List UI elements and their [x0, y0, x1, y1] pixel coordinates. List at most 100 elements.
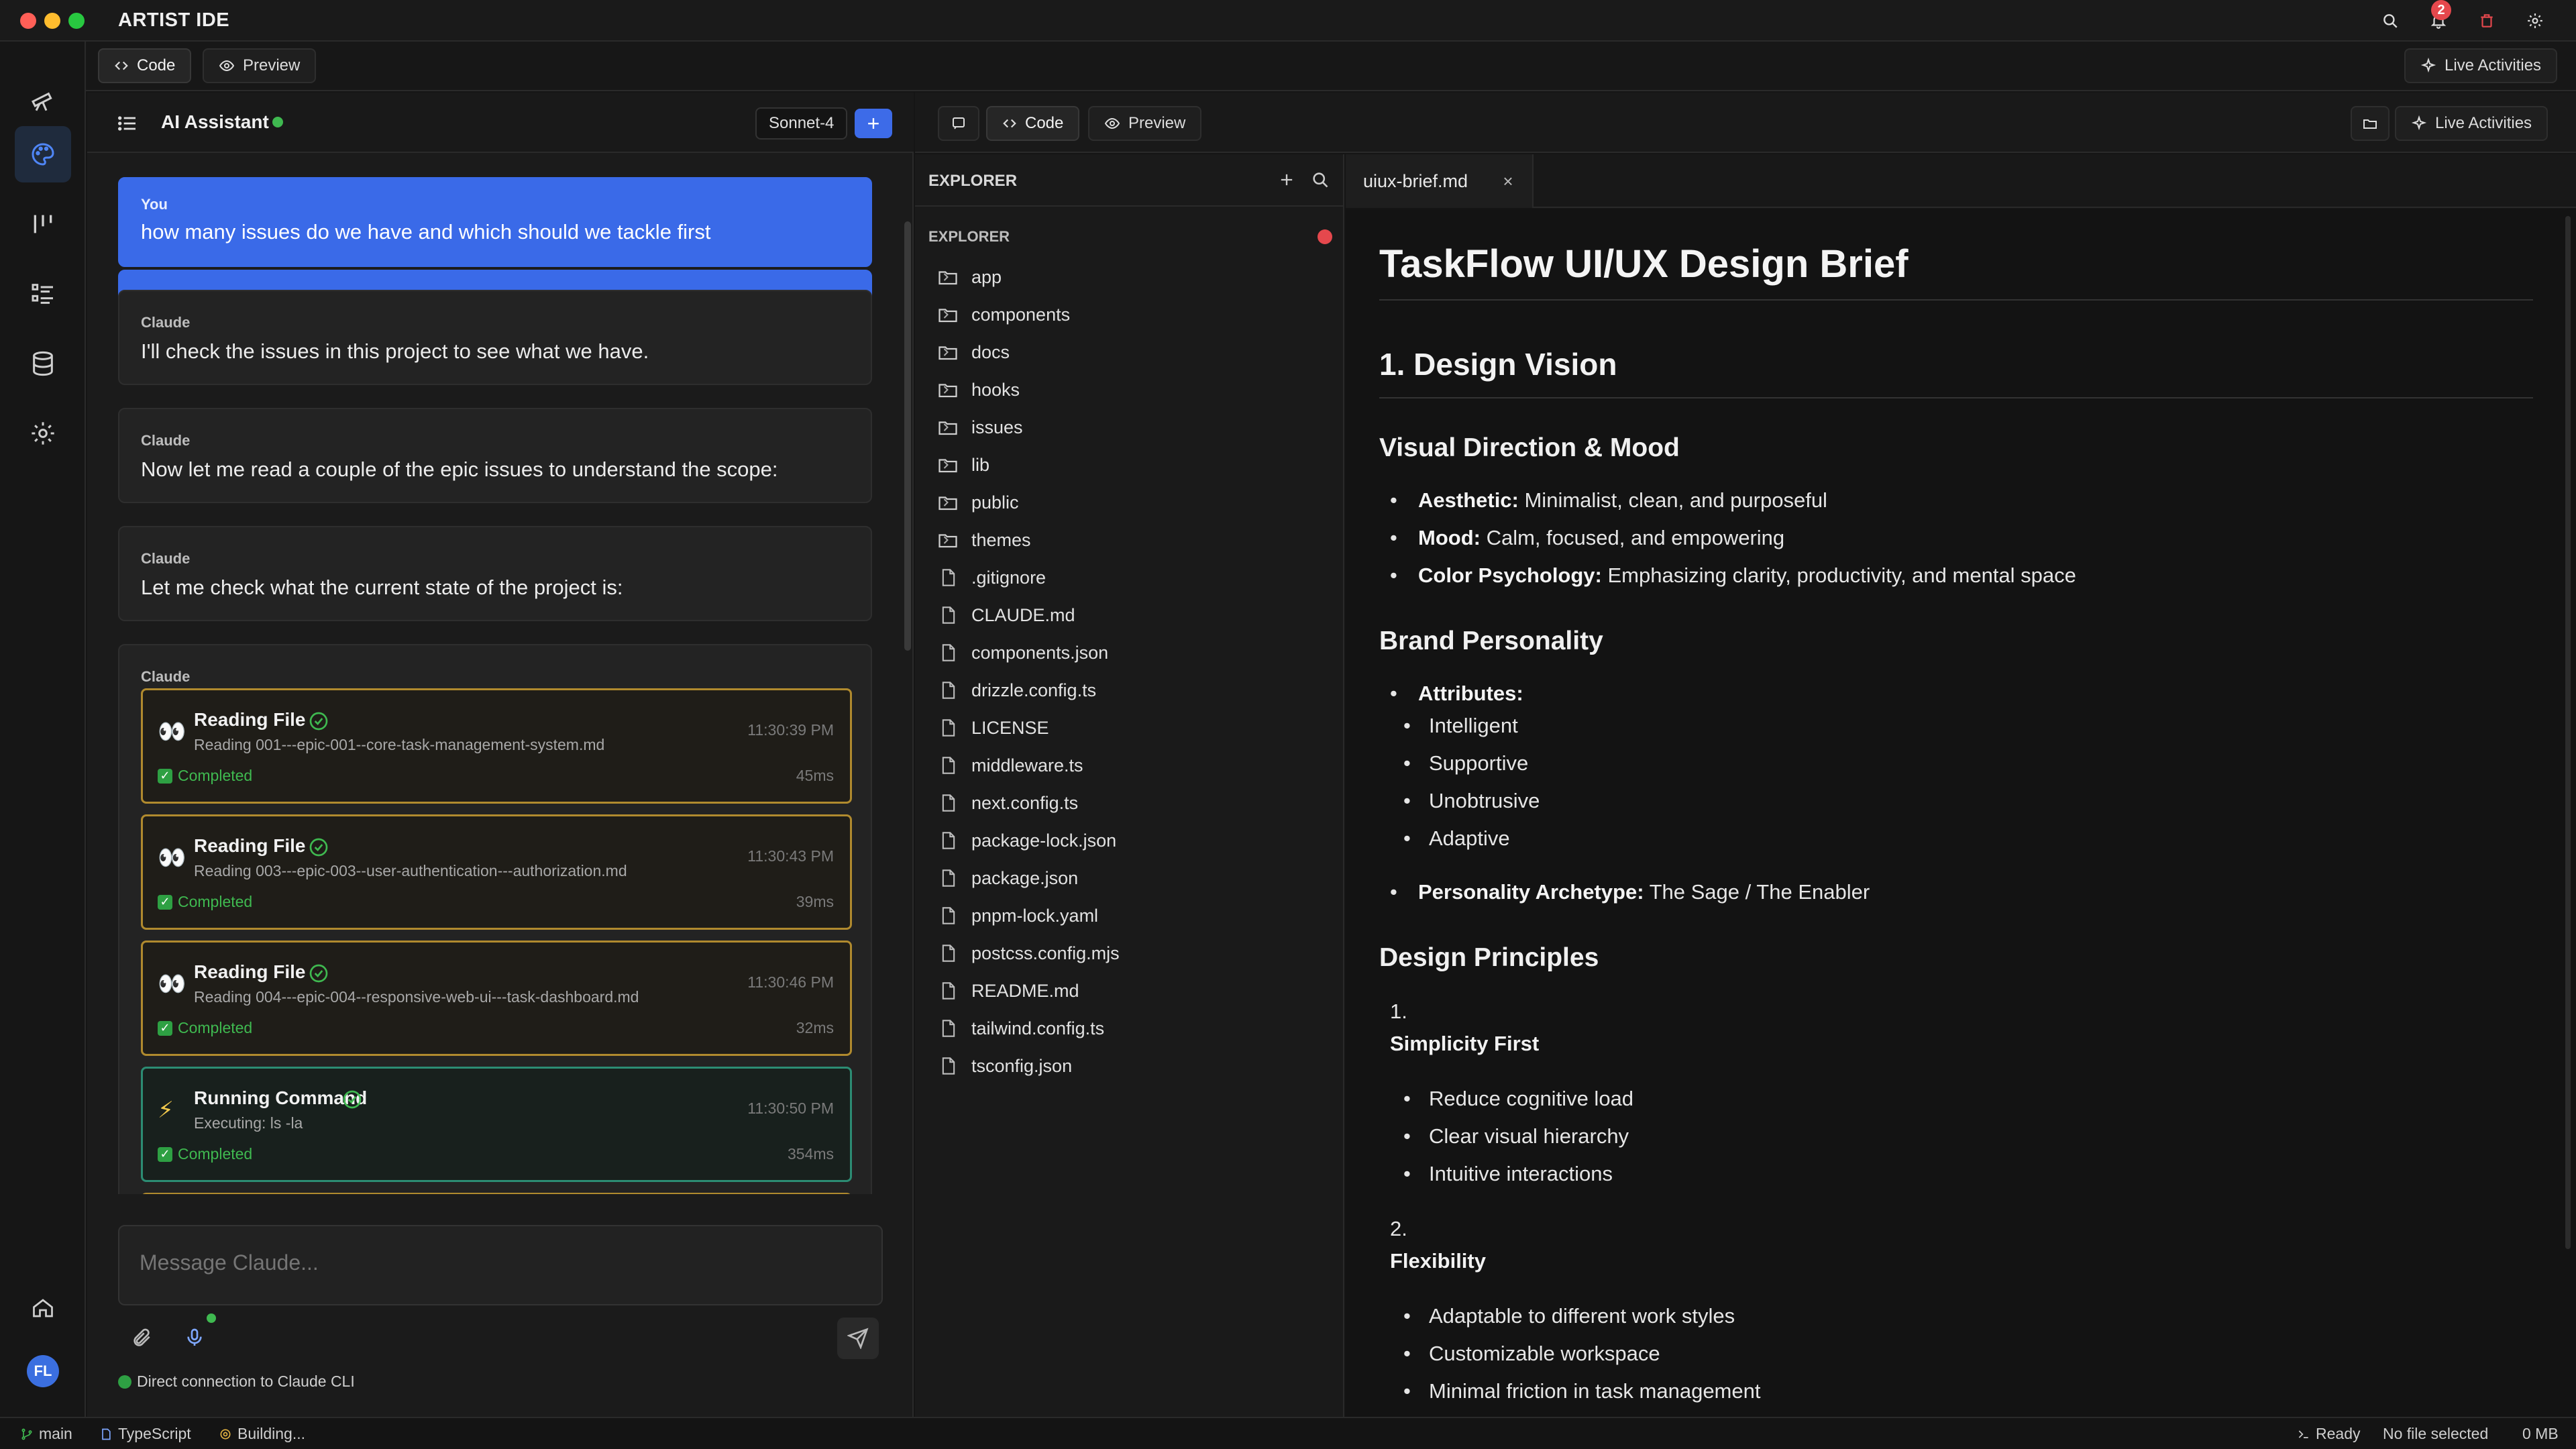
- sparkle-icon: [2420, 58, 2436, 73]
- message-composer[interactable]: [118, 1225, 883, 1305]
- file-item[interactable]: LICENSE: [915, 710, 1344, 746]
- send-button[interactable]: [837, 1318, 879, 1359]
- file-item[interactable]: next.config.ts: [915, 785, 1344, 821]
- doc-list-item: • Clear visual hierarchy: [1403, 1124, 1629, 1148]
- trash-icon[interactable]: [2475, 9, 2498, 32]
- tool-status: ✓ Completed: [158, 1145, 252, 1163]
- tool-call-card[interactable]: 👀 Reading File Reading 003---epic-003--u…: [141, 814, 852, 930]
- tool-detail: Reading 004---epic-004--responsive-web-u…: [194, 988, 639, 1006]
- assistant-message: Claude Now let me read a couple of the e…: [118, 408, 872, 503]
- live-activities-button[interactable]: Live Activities: [2404, 48, 2558, 83]
- settings-icon[interactable]: [15, 405, 71, 462]
- preview-view-button[interactable]: Preview: [203, 48, 317, 83]
- editor-tab[interactable]: uiux-brief.md ×: [1346, 154, 1534, 208]
- explorer-header: EXPLORER: [915, 154, 1344, 207]
- file-item[interactable]: tsconfig.json: [915, 1048, 1344, 1084]
- language-indicator[interactable]: TypeScript: [99, 1425, 191, 1443]
- tool-timestamp: 11:30:46 PM: [747, 973, 834, 991]
- tool-name: Reading File: [194, 709, 306, 730]
- file-item[interactable]: drizzle.config.ts: [915, 672, 1344, 708]
- telescope-icon[interactable]: [15, 71, 71, 127]
- checklist-icon[interactable]: [15, 266, 71, 322]
- file-item[interactable]: components.json: [915, 635, 1344, 671]
- folder-item[interactable]: docs: [915, 334, 1344, 370]
- assistant-header: AI Assistant Sonnet-4 +: [87, 93, 914, 153]
- file-explorer: EXPLORER EXPLORER app components docs hooks…: [915, 154, 1344, 1417]
- search-icon[interactable]: [1311, 170, 1330, 189]
- palette-icon[interactable]: [15, 126, 71, 182]
- code-view-label: Code: [137, 56, 176, 74]
- branch-indicator[interactable]: main: [20, 1425, 72, 1443]
- folder-item[interactable]: lib: [915, 447, 1344, 483]
- chat-toggle-button[interactable]: [938, 106, 979, 141]
- divider: [1379, 397, 2533, 398]
- folder-item[interactable]: app: [915, 259, 1344, 295]
- scrollbar[interactable]: [904, 221, 911, 651]
- scrollbar[interactable]: [2565, 216, 2571, 1249]
- doc-list-item: • Supportive: [1403, 751, 1529, 775]
- file-icon: [941, 831, 957, 850]
- file-item[interactable]: .gitignore: [915, 559, 1344, 596]
- file-item[interactable]: CLAUDE.md: [915, 597, 1344, 633]
- terminal-icon: [2298, 1430, 2308, 1438]
- plus-icon[interactable]: [1277, 170, 1296, 189]
- check-circle-icon: [308, 710, 329, 732]
- tool-call-card[interactable]: 👀 Reading File Reading 001---epic-001--c…: [141, 688, 852, 804]
- microphone-icon[interactable]: [178, 1322, 211, 1354]
- doc-principle-title: Simplicity First: [1390, 1032, 1540, 1055]
- tool-call-card[interactable]: [141, 1193, 852, 1194]
- file-label: drizzle.config.ts: [971, 680, 1097, 700]
- file-label: package-lock.json: [971, 830, 1117, 851]
- file-item[interactable]: README.md: [915, 973, 1344, 1009]
- folder-item[interactable]: issues: [915, 409, 1344, 445]
- tool-call-card[interactable]: 👀 Reading File Reading 004---epic-004--r…: [141, 941, 852, 1056]
- model-selector[interactable]: Sonnet-4: [755, 107, 848, 140]
- git-branch-icon: [21, 1428, 32, 1440]
- open-folder-button[interactable]: [2351, 106, 2390, 141]
- eyes-icon: 👀: [158, 971, 186, 997]
- gear-icon[interactable]: [2524, 9, 2546, 32]
- preview-tab-button[interactable]: Preview: [1088, 106, 1202, 141]
- folder-item[interactable]: themes: [915, 522, 1344, 558]
- file-icon: [941, 681, 957, 700]
- live-activities-button-secondary[interactable]: Live Activities: [2395, 106, 2548, 141]
- folder-item[interactable]: hooks: [915, 372, 1344, 408]
- database-icon[interactable]: [15, 335, 71, 392]
- code-view-button[interactable]: Code: [98, 48, 192, 83]
- file-item[interactable]: middleware.ts: [915, 747, 1344, 784]
- file-item[interactable]: tailwind.config.ts: [915, 1010, 1344, 1046]
- message-scroll-area[interactable]: You how many issues do we have and which…: [87, 154, 914, 1194]
- folder-item[interactable]: public: [915, 484, 1344, 521]
- tool-timestamp: 11:30:43 PM: [747, 847, 834, 865]
- close-icon[interactable]: ×: [1499, 171, 1517, 191]
- file-item[interactable]: package.json: [915, 860, 1344, 896]
- eyes-icon: 👀: [158, 719, 186, 745]
- message-author: Claude: [141, 668, 191, 685]
- search-icon[interactable]: [2379, 9, 2402, 32]
- divider: [1379, 299, 2533, 301]
- menu-icon[interactable]: [117, 113, 138, 134]
- code-tab-button[interactable]: Code: [986, 106, 1080, 141]
- file-item[interactable]: pnpm-lock.yaml: [915, 898, 1344, 934]
- tool-timestamp: 11:30:39 PM: [747, 721, 834, 739]
- close-window-button[interactable]: [20, 13, 36, 29]
- file-icon: [941, 1019, 957, 1038]
- folder-item[interactable]: components: [915, 297, 1344, 333]
- minimize-window-button[interactable]: [44, 13, 60, 29]
- home-icon[interactable]: [15, 1280, 71, 1336]
- file-item[interactable]: postcss.config.mjs: [915, 935, 1344, 971]
- new-chat-button[interactable]: +: [855, 109, 892, 138]
- tool-call-card[interactable]: ⚡ Running Command Executing: ls -la 11:3…: [141, 1067, 852, 1182]
- editor-tab-label: uiux-brief.md: [1363, 170, 1468, 191]
- maximize-window-button[interactable]: [68, 13, 85, 29]
- terminal-status[interactable]: Ready: [2297, 1425, 2360, 1443]
- avatar[interactable]: FL: [27, 1355, 59, 1387]
- file-item[interactable]: package-lock.json: [915, 822, 1344, 859]
- kanban-icon[interactable]: [15, 196, 71, 252]
- folder-label: components: [971, 304, 1071, 325]
- paperclip-icon[interactable]: [126, 1322, 158, 1354]
- message-input[interactable]: [140, 1250, 864, 1275]
- doc-title: TaskFlow UI/UX Design Brief: [1379, 242, 1909, 286]
- message-author: Claude: [141, 432, 191, 449]
- doc-list-item: • Attributes:: [1390, 682, 1523, 705]
